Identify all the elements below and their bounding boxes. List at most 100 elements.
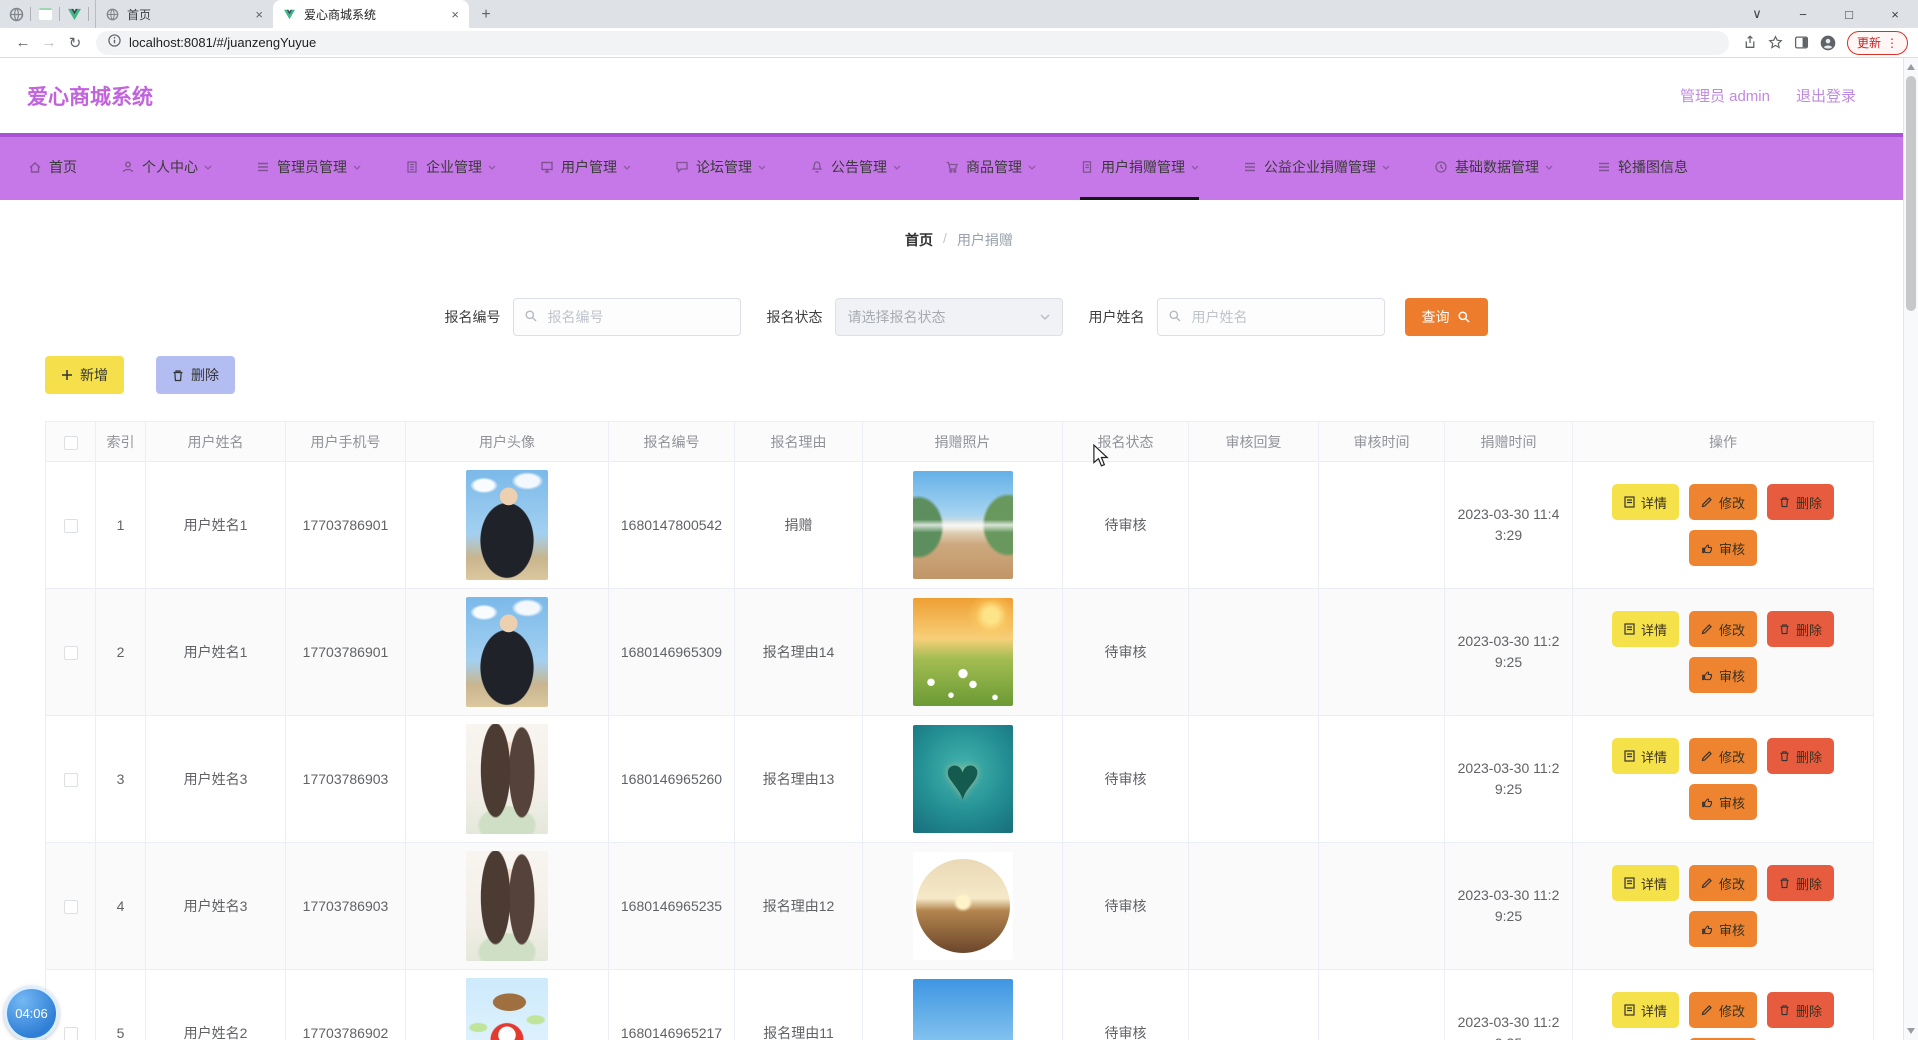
nav-item-base-data-mgmt[interactable]: 基础数据管理	[1434, 137, 1553, 200]
vue-logo-icon[interactable]	[66, 6, 82, 22]
kebab-menu-icon[interactable]: ⋮	[1886, 36, 1898, 50]
tab-title: 爱心商城系统	[304, 6, 443, 23]
nav-label: 公告管理	[831, 157, 887, 177]
nav-item-user-donation-mgmt[interactable]: 用户捐赠管理	[1080, 137, 1199, 200]
close-icon[interactable]: ×	[451, 7, 459, 22]
edit-button[interactable]: 修改	[1689, 611, 1757, 647]
edit-button[interactable]: 修改	[1689, 484, 1757, 520]
user-name-input[interactable]	[1157, 298, 1385, 336]
close-icon[interactable]: ×	[255, 7, 263, 22]
page-scrollbar[interactable]	[1903, 58, 1918, 1040]
detail-button[interactable]: 详情	[1612, 738, 1679, 774]
nav-item-notice-mgmt[interactable]: 公告管理	[810, 137, 901, 200]
audit-button[interactable]: 审核	[1689, 657, 1757, 693]
reload-button[interactable]: ↻	[62, 30, 88, 56]
audit-label: 审核	[1719, 920, 1745, 939]
browser-tab-home[interactable]: 首页 ×	[95, 0, 273, 28]
nav-item-charity-donation-mgmt[interactable]: 公益企业捐赠管理	[1243, 137, 1390, 200]
row-delete-label: 删除	[1796, 874, 1822, 893]
list-icon	[1243, 160, 1257, 174]
nav-item-enterprise-mgmt[interactable]: 企业管理	[405, 137, 496, 200]
cell-status: 待审核	[1063, 843, 1189, 970]
cell-select	[46, 716, 96, 843]
audit-button[interactable]: 审核	[1689, 911, 1757, 947]
site-info-icon[interactable]	[108, 34, 121, 52]
scrollbar-thumb[interactable]	[1906, 76, 1916, 311]
audit-button[interactable]: 审核	[1689, 530, 1757, 566]
share-icon[interactable]	[1737, 30, 1763, 56]
reg-no-input[interactable]	[513, 298, 741, 336]
cell-photo	[863, 589, 1063, 716]
query-button[interactable]: 查询	[1405, 298, 1488, 336]
side-panel-icon[interactable]	[1789, 30, 1815, 56]
row-actions: 详情 修改 删除 审核	[1583, 992, 1863, 1040]
detail-button[interactable]: 详情	[1612, 865, 1679, 901]
back-button[interactable]: ←	[10, 30, 36, 56]
audit-label: 审核	[1719, 666, 1745, 685]
row-checkbox[interactable]	[64, 773, 78, 787]
browser-tab-active[interactable]: 爱心商城系统 ×	[273, 0, 469, 28]
window-close-button[interactable]: ×	[1872, 0, 1918, 28]
row-delete-button[interactable]: 删除	[1767, 738, 1834, 774]
plus-icon	[61, 369, 73, 381]
edit-button[interactable]: 修改	[1689, 738, 1757, 774]
row-checkbox[interactable]	[64, 646, 78, 660]
row-delete-button[interactable]: 删除	[1767, 611, 1834, 647]
audit-button[interactable]: 审核	[1689, 784, 1757, 820]
nav-label: 个人中心	[142, 157, 198, 177]
donation-photo-image	[913, 471, 1013, 579]
user-icon	[121, 160, 135, 174]
edit-button[interactable]: 修改	[1689, 992, 1757, 1028]
nav-item-forum-mgmt[interactable]: 论坛管理	[675, 137, 766, 200]
pencil-icon	[1701, 496, 1713, 508]
select-all-checkbox[interactable]	[64, 436, 78, 450]
cell-index: 3	[96, 716, 146, 843]
chevron-down-icon	[1028, 165, 1036, 170]
row-actions: 详情 修改 删除 审核	[1583, 865, 1863, 947]
cell-status: 待审核	[1063, 970, 1189, 1040]
browser-update-button[interactable]: 更新 ⋮	[1847, 31, 1908, 55]
row-checkbox[interactable]	[64, 900, 78, 914]
nav-item-goods-mgmt[interactable]: 商品管理	[945, 137, 1036, 200]
nav-item-admin-mgmt[interactable]: 管理员管理	[256, 137, 361, 200]
row-delete-button[interactable]: 删除	[1767, 865, 1834, 901]
delete-button[interactable]: 删除	[156, 356, 235, 394]
detail-button[interactable]: 详情	[1612, 611, 1679, 647]
window-minimize-button[interactable]: −	[1780, 0, 1826, 28]
row-delete-button[interactable]: 删除	[1767, 992, 1834, 1028]
nav-label: 企业管理	[426, 157, 482, 177]
nav-item-personal-center[interactable]: 个人中心	[121, 137, 212, 200]
detail-button[interactable]: 详情	[1612, 484, 1679, 520]
breadcrumb-home[interactable]: 首页	[905, 230, 933, 250]
new-tab-button[interactable]: +	[473, 2, 499, 28]
logout-link[interactable]: 退出登录	[1796, 85, 1856, 106]
document-icon	[1624, 496, 1635, 508]
window-maximize-button[interactable]: □	[1826, 0, 1872, 28]
cell-actions: 详情 修改 删除 审核	[1573, 716, 1874, 843]
globe-icon[interactable]	[8, 6, 24, 22]
scroll-down-arrow-icon[interactable]	[1907, 1028, 1915, 1034]
nav-item-carousel-info[interactable]: 轮播图信息	[1597, 137, 1688, 200]
bookmark-star-icon[interactable]	[1763, 30, 1789, 56]
nav-item-home[interactable]: 首页	[28, 137, 77, 200]
trash-icon	[1779, 1004, 1790, 1016]
edit-label: 修改	[1719, 747, 1745, 766]
scroll-up-arrow-icon[interactable]	[1907, 64, 1915, 70]
row-checkbox[interactable]	[64, 1027, 78, 1040]
pinned-tabs	[8, 0, 95, 28]
detail-button[interactable]: 详情	[1612, 992, 1679, 1028]
edit-button[interactable]: 修改	[1689, 865, 1757, 901]
table-row: 1 用户姓名1 17703786901 1680147800542 捐赠 待审核…	[46, 462, 1874, 589]
row-checkbox[interactable]	[64, 519, 78, 533]
tab-search-chevron-icon[interactable]: ∨	[1734, 0, 1780, 28]
page-preview-icon[interactable]	[37, 6, 53, 22]
url-bar[interactable]: localhost:8081/#/juanzengYuyue	[96, 31, 1729, 55]
status-select[interactable]: 请选择报名状态	[835, 298, 1063, 336]
profile-avatar-icon[interactable]	[1815, 30, 1841, 56]
recording-timer-badge[interactable]: 04:06	[4, 986, 59, 1040]
add-button[interactable]: 新增	[45, 356, 124, 394]
trash-icon	[1779, 877, 1790, 889]
forward-button[interactable]: →	[36, 30, 62, 56]
nav-item-user-mgmt[interactable]: 用户管理	[540, 137, 631, 200]
row-delete-button[interactable]: 删除	[1767, 484, 1834, 520]
